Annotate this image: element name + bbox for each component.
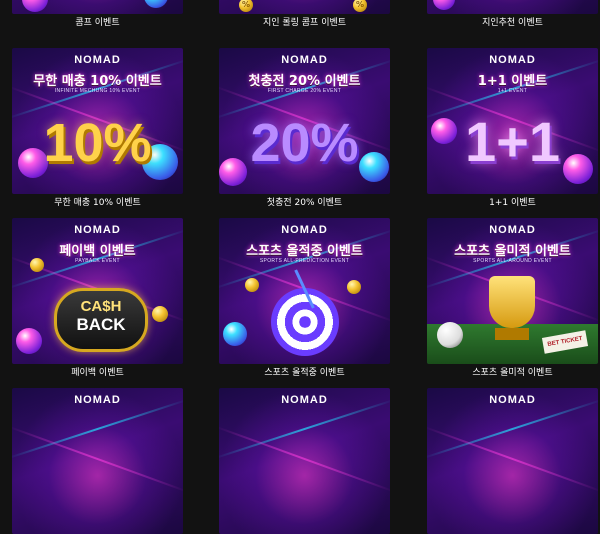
- event-banner: NOMAD 무한 매충 10% 이벤트 INFINITE MECHUNG 10%…: [12, 48, 183, 194]
- nomad-logo: NOMAD: [74, 54, 121, 66]
- event-card-sports-all-hit[interactable]: NOMAD 스포츠 올적중 이벤트 SPORTS ALL-PREDICTION …: [219, 218, 390, 378]
- event-card-comp[interactable]: 콤프 이벤트: [12, 0, 183, 28]
- trophy-base: [495, 328, 529, 340]
- banner-title: 스포츠 올적중 이벤트: [246, 244, 363, 259]
- nomad-logo: NOMAD: [281, 394, 328, 406]
- nomad-logo: NOMAD: [74, 394, 121, 406]
- event-banner: NOMAD: [12, 388, 183, 534]
- decor-ball: [22, 0, 48, 12]
- nomad-logo: NOMAD: [489, 224, 536, 236]
- event-card-payback[interactable]: NOMAD 페이백 이벤트 PAYBACK EVENT CA$H BACK 페이…: [12, 218, 183, 378]
- nomad-logo: NOMAD: [489, 54, 536, 66]
- coin-icon: [152, 306, 168, 322]
- event-card-sports-all-miss[interactable]: NOMAD 스포츠 올미적 이벤트 SPORTS ALL-AROUND EVEN…: [427, 218, 598, 378]
- event-label[interactable]: 지인추천 이벤트: [427, 18, 598, 28]
- nomad-logo: NOMAD: [281, 54, 328, 66]
- event-card-partial[interactable]: NOMAD: [219, 388, 390, 534]
- banner-percent-graphic: 10%: [43, 113, 152, 173]
- event-banner: NOMAD 첫충전 20% 이벤트 FIRST CHARGE 20% EVENT…: [219, 48, 390, 194]
- banner-one-plus-one-graphic: 1+1: [465, 110, 560, 173]
- event-banner: [12, 0, 183, 14]
- cashback-badge-graphic: CA$H BACK: [54, 288, 148, 352]
- trophy-icon: [489, 276, 535, 328]
- banner-subtitle: FIRST CHARGE 20% EVENT: [267, 88, 342, 94]
- soccer-ball-icon: [437, 322, 463, 348]
- banner-subtitle: PAYBACK EVENT: [75, 258, 120, 264]
- event-label[interactable]: 첫충전 20% 이벤트: [219, 198, 390, 208]
- decor-ball: [223, 322, 247, 346]
- event-banner: NOMAD 스포츠 올미적 이벤트 SPORTS ALL-AROUND EVEN…: [427, 218, 598, 364]
- event-label[interactable]: 지인 롤링 콤프 이벤트: [219, 18, 390, 28]
- banner-title: 첫충전 20% 이벤트: [248, 74, 361, 89]
- banner-subtitle: INFINITE MECHUNG 10% EVENT: [54, 88, 141, 94]
- event-card-first-charge-20[interactable]: NOMAD 첫충전 20% 이벤트 FIRST CHARGE 20% EVENT…: [219, 48, 390, 208]
- coin-icon: [245, 278, 259, 292]
- percent-badge-icon: %: [239, 0, 253, 12]
- event-banner: NOMAD: [427, 388, 598, 534]
- decor-ball: [16, 328, 42, 354]
- coin-icon: [347, 280, 361, 294]
- nomad-logo: NOMAD: [281, 224, 328, 236]
- event-card-one-plus-one[interactable]: NOMAD 1+1 이벤트 1+1 EVENT 1+1 1+1 이벤트: [427, 48, 598, 208]
- banner-title: 무한 매충 10% 이벤트: [33, 74, 162, 89]
- banner-subtitle: SPORTS ALL-PREDICTION EVENT: [259, 258, 350, 264]
- banner-subtitle: SPORTS ALL-AROUND EVENT: [473, 258, 552, 264]
- event-banner: NOMAD 페이백 이벤트 PAYBACK EVENT CA$H BACK: [12, 218, 183, 364]
- event-card-infinite-recharge-10[interactable]: NOMAD 무한 매충 10% 이벤트 INFINITE MECHUNG 10%…: [12, 48, 183, 208]
- nomad-logo: NOMAD: [74, 224, 121, 236]
- decor-ball: [433, 0, 455, 10]
- event-label[interactable]: 1+1 이벤트: [427, 198, 598, 208]
- event-banner: NOMAD: [219, 388, 390, 534]
- banner-title: 페이백 이벤트: [59, 244, 136, 259]
- event-label[interactable]: 페이백 이벤트: [12, 368, 183, 378]
- event-banner: NOMAD 1+1 이벤트 1+1 EVENT 1+1: [427, 48, 598, 194]
- cashback-line2: BACK: [76, 315, 126, 334]
- event-banner: NOMAD 스포츠 올적중 이벤트 SPORTS ALL-PREDICTION …: [219, 218, 390, 364]
- percent-badge-icon: %: [353, 0, 367, 12]
- event-card-referral[interactable]: 지인추천 이벤트: [427, 0, 598, 28]
- banner-title: 1+1 이벤트: [477, 74, 548, 89]
- event-banner: [427, 0, 598, 14]
- event-card-partial[interactable]: NOMAD: [427, 388, 598, 534]
- target-icon: [271, 288, 339, 356]
- event-label[interactable]: 스포츠 올적중 이벤트: [219, 368, 390, 378]
- event-card-friend-rolling-comp[interactable]: % % 지인 롤링 콤프 이벤트: [219, 0, 390, 28]
- nomad-logo: NOMAD: [489, 394, 536, 406]
- decor-ball: [144, 0, 168, 8]
- banner-title: 스포츠 올미적 이벤트: [454, 244, 571, 259]
- banner-percent-graphic: 20%: [250, 113, 359, 173]
- event-card-partial[interactable]: NOMAD: [12, 388, 183, 534]
- event-label[interactable]: 스포츠 올미적 이벤트: [427, 368, 598, 378]
- event-banner: % %: [219, 0, 390, 14]
- event-label[interactable]: 콤프 이벤트: [12, 18, 183, 28]
- banner-subtitle: 1+1 EVENT: [497, 88, 528, 94]
- event-label[interactable]: 무한 매충 10% 이벤트: [12, 198, 183, 208]
- cashback-line1: CA$H: [80, 298, 122, 315]
